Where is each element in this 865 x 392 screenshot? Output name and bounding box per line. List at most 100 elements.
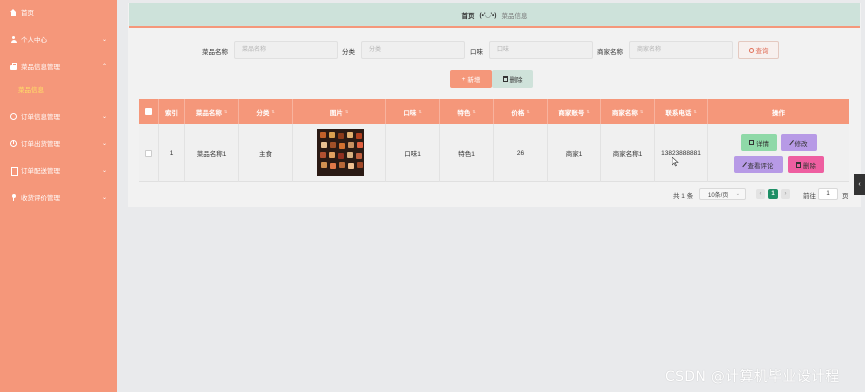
- detail-button[interactable]: 详情: [741, 134, 777, 151]
- add-button[interactable]: + 新增: [450, 70, 492, 88]
- sort-icon[interactable]: ⇅: [640, 109, 643, 114]
- sort-icon[interactable]: ⇅: [586, 109, 589, 114]
- column-header-category[interactable]: 分类 ⇅: [239, 99, 293, 124]
- header-label: 图片: [329, 109, 343, 117]
- sidebar-item-dish-management[interactable]: 菜品信息管理 ⌃: [0, 57, 117, 75]
- header-label: 商家账号: [558, 109, 585, 117]
- chevron-down-icon: ⌄: [101, 114, 107, 120]
- view-reviews-button[interactable]: 查看评论: [734, 156, 783, 173]
- cell-dish-name: 菜品名称1: [185, 124, 239, 182]
- breadcrumb-home[interactable]: 首页: [462, 10, 475, 20]
- chevron-right-icon: ›: [784, 191, 787, 197]
- cell-merchant-name: 商家名称1: [601, 124, 655, 182]
- sort-icon[interactable]: ⇅: [526, 109, 529, 114]
- chevron-down-icon: ⌄: [101, 195, 107, 201]
- column-header-price[interactable]: 价格 ⇅: [494, 99, 548, 124]
- header-label: 价格: [511, 109, 525, 117]
- cell-actions: [708, 124, 849, 182]
- header-label: 商家名称: [611, 109, 638, 117]
- sidebar: 首页 个人中心 ⌄ 菜品信息管理 ⌃ 菜品信息 订单信息管理 ⌄ 订单出货管理 …: [0, 0, 117, 392]
- category-label: 分类: [342, 49, 355, 56]
- sort-icon[interactable]: ⇅: [271, 109, 274, 114]
- breadcrumb-face: (•'◡'•): [479, 11, 497, 19]
- sidebar-item-label: 订单信息管理: [21, 114, 60, 121]
- select-all-cell: [139, 99, 159, 124]
- collapse-tab[interactable]: ‹: [854, 174, 865, 195]
- sort-icon[interactable]: ⇅: [224, 109, 227, 114]
- header-label: 分类: [256, 109, 270, 117]
- sidebar-item-order-delivery[interactable]: 订单配送管理 ⌄: [0, 161, 117, 179]
- sort-icon[interactable]: ⇅: [418, 109, 421, 114]
- prev-page-button[interactable]: ‹: [756, 189, 765, 199]
- column-header-feature[interactable]: 特色 ⇅: [440, 99, 494, 124]
- chevron-left-icon: ‹: [759, 191, 762, 197]
- chevron-up-icon: ⌃: [101, 64, 107, 70]
- cell-index: 1: [159, 124, 185, 182]
- cell-price: 26: [494, 124, 548, 182]
- header-label: 特色: [457, 109, 471, 117]
- column-header-merchant-name[interactable]: 商家名称 ⇅: [601, 99, 655, 124]
- sidebar-item-label: 订单配送管理: [21, 168, 60, 175]
- goto-suffix: 页: [842, 193, 849, 200]
- cell-feature: 特色1: [440, 124, 494, 182]
- breadcrumb: 首页 (•'◡'•) 菜品信息: [129, 3, 860, 28]
- pagination-total: 共 1 条: [673, 193, 694, 200]
- batch-delete-label: 删除: [509, 77, 523, 84]
- sidebar-item-review-management[interactable]: 收货评价管理 ⌄: [0, 188, 117, 206]
- dish-name-label: 菜品名称: [202, 49, 228, 56]
- next-page-button[interactable]: ›: [781, 189, 790, 199]
- category-input[interactable]: [361, 41, 465, 59]
- select-all-checkbox[interactable]: [145, 108, 152, 115]
- view-reviews-label: 查看评论: [747, 162, 774, 170]
- sidebar-item-home[interactable]: 首页: [0, 3, 117, 21]
- merchant-name-input[interactable]: [629, 41, 733, 59]
- chevron-down-icon: ⌄: [101, 141, 107, 147]
- sidebar-item-order-shipping[interactable]: 订单出货管理 ⌄: [0, 134, 117, 152]
- sidebar-item-order-info[interactable]: 订单信息管理 ⌄: [0, 107, 117, 125]
- sidebar-item-label: 菜品信息: [18, 87, 44, 94]
- cell-phone: 13823888881: [655, 124, 708, 182]
- sort-icon[interactable]: ⇅: [693, 109, 696, 114]
- plus-icon: +: [461, 75, 466, 83]
- sidebar-item-personal-center[interactable]: 个人中心 ⌄: [0, 30, 117, 48]
- sidebar-item-label: 菜品信息管理: [21, 64, 60, 71]
- row-delete-button[interactable]: 删除: [788, 156, 824, 173]
- dish-name-input[interactable]: [234, 41, 338, 59]
- column-header-image[interactable]: 图片 ⇅: [293, 99, 386, 124]
- query-button-label: 查询: [755, 48, 769, 55]
- trash-icon: [796, 161, 801, 168]
- query-button[interactable]: 查询: [738, 41, 779, 59]
- detail-icon: [749, 140, 754, 145]
- column-header-taste[interactable]: 口味 ⇅: [386, 99, 440, 124]
- bag-icon: [10, 62, 17, 70]
- edit-button-label: 修改: [794, 140, 808, 148]
- trash-icon: [502, 76, 508, 82]
- sort-icon[interactable]: ⇅: [345, 109, 348, 114]
- dish-thumbnail[interactable]: [317, 129, 364, 176]
- header-label: 口味: [403, 109, 417, 117]
- watermark: CSDN @计算机毕业设计程: [665, 369, 840, 385]
- row-select-cell: [139, 124, 159, 182]
- chevron-down-icon: ⌄: [101, 37, 107, 43]
- column-header-phone[interactable]: 联系电话 ⇅: [655, 99, 708, 124]
- taste-input[interactable]: [489, 41, 593, 59]
- page-size-select[interactable]: 10条/页 ⌄: [699, 188, 746, 200]
- edit-icon: [788, 139, 795, 146]
- header-label: 联系电话: [665, 109, 692, 117]
- page-number-current[interactable]: 1: [768, 189, 778, 199]
- edit-button[interactable]: 修改: [781, 134, 817, 151]
- batch-delete-button[interactable]: 删除: [492, 70, 533, 88]
- sort-icon[interactable]: ⇅: [472, 109, 475, 114]
- chevron-down-icon: ⌄: [735, 191, 740, 197]
- table-header: 索引 菜品名称 ⇅ 分类 ⇅ 图片 ⇅ 口味 ⇅ 特色 ⇅ 价格 ⇅ 商家账号 ⇅ 商家名称 ⇅…: [139, 99, 849, 124]
- column-header-dish-name[interactable]: 菜品名称 ⇅: [185, 99, 239, 124]
- header-label: 菜品名称: [195, 109, 222, 117]
- goto-page-input[interactable]: 1: [818, 188, 838, 200]
- sidebar-item-label: 收货评价管理: [21, 195, 60, 202]
- home-icon: [10, 8, 17, 16]
- row-checkbox[interactable]: [145, 149, 152, 157]
- sidebar-item-label: 订单出货管理: [21, 141, 60, 148]
- column-header-merchant-account[interactable]: 商家账号 ⇅: [548, 99, 601, 124]
- sidebar-item-label: 个人中心: [21, 37, 47, 44]
- sidebar-subitem-dish-info[interactable]: 菜品信息: [0, 80, 117, 98]
